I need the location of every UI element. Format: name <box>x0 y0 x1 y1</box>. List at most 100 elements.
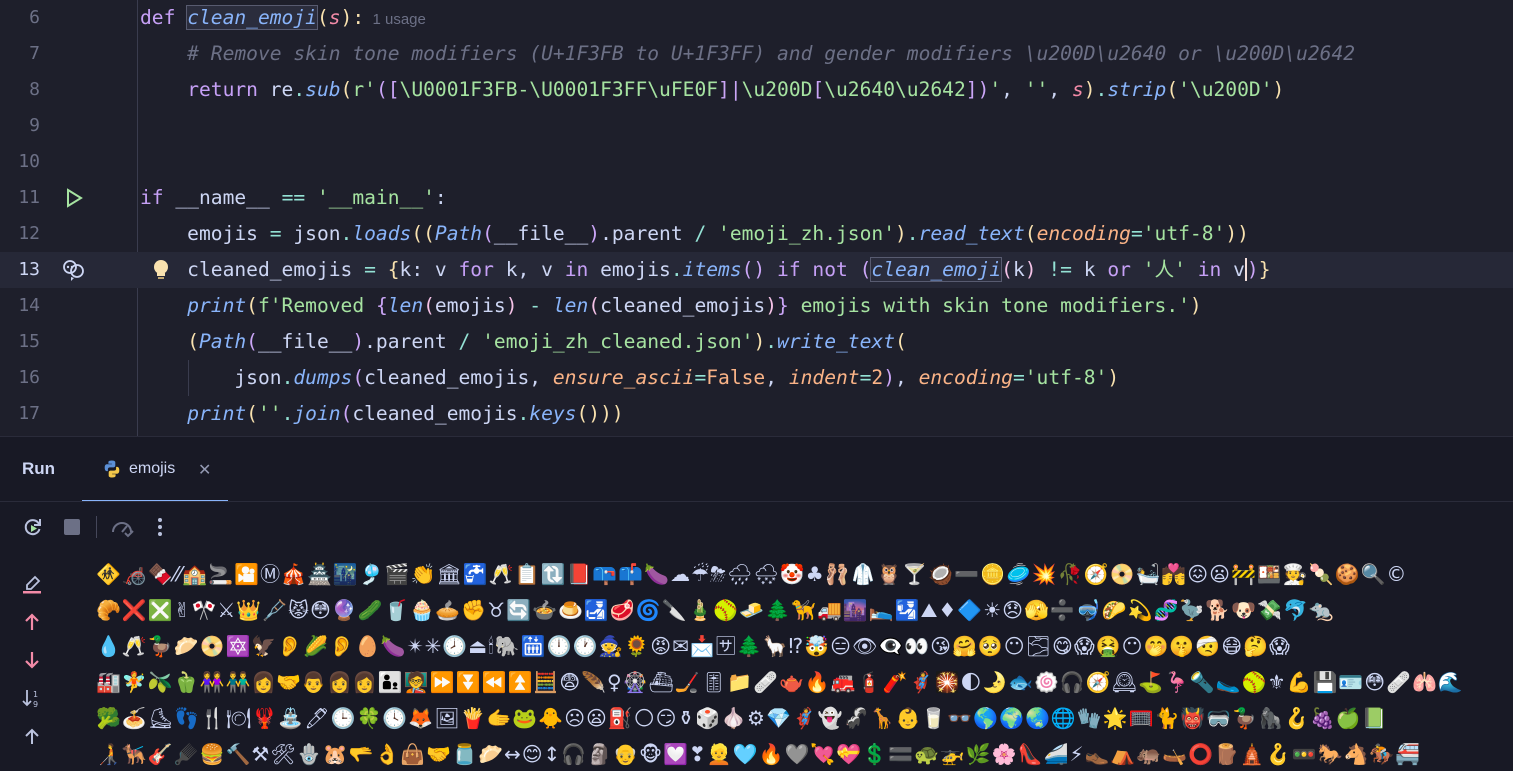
stop-icon[interactable] <box>60 515 84 539</box>
console-line[interactable]: 🏭🧚🫒🫑👭👬👩‍🤝‍👨👩‍👩👨‍👦🧑‍🏫⏩⏬⏪⏫🧮😨🪶♀🎡⛴🏒🎚📁🩹🫖🔥🚒🧯🧨🦸… <box>96 664 1464 700</box>
line-number[interactable]: 15 <box>0 324 40 360</box>
more-icon[interactable] <box>148 515 172 539</box>
code-line[interactable]: 7 # Remove skin tone modifiers (U+1F3FB … <box>0 36 1513 72</box>
code-token: 'utf-8' <box>1024 366 1108 389</box>
line-number[interactable]: 17 <box>0 396 40 432</box>
run-gutter-icon[interactable] <box>62 187 86 209</box>
close-tab-icon[interactable]: ✕ <box>198 460 211 479</box>
code-token: . <box>517 402 530 425</box>
line-number[interactable]: 13 <box>0 252 40 288</box>
rerun-icon[interactable] <box>21 515 45 539</box>
console-line[interactable]: 🚸🦽🍫⁄⁄🏫🚬🎦Ⓜ🎪🏯🌃🎐🎬👏🏛🚰🥂📋🔃📕📪📫🍆☁☔⛈🌧🌨🤡♣🩰🥼🦉🍸🥥➖🪙🥏💥… <box>96 556 1407 592</box>
code-token: ) <box>1083 78 1096 101</box>
code-token: ) <box>765 294 778 317</box>
code-token: = <box>1012 366 1025 389</box>
line-number[interactable]: 8 <box>0 72 40 108</box>
down-arrow-icon[interactable] <box>20 648 44 672</box>
code-token: len <box>552 294 589 317</box>
code-token: ( <box>246 402 258 425</box>
code-token: : <box>434 186 447 209</box>
scroll-top-icon[interactable] <box>20 724 44 748</box>
code-token: . <box>281 366 294 389</box>
code-token: __file__ <box>257 330 353 353</box>
ai-assistant-icon[interactable] <box>62 259 86 281</box>
profiler-icon[interactable] <box>110 515 134 539</box>
code-token: 'emoji_zh.json' <box>718 222 895 245</box>
code-token: . <box>281 402 294 425</box>
code-token: (( <box>411 222 435 245</box>
console-line[interactable]: 🥐❌❎✌🎌⚔👑🩼😾😳🔮🥒🥤🧁🥧✊♉🔄🍲🍮🛃🥩🌀🔪🎍🥎🧈🌲🦮🚚🌆🛌🛂⛰♦🔷☀😞🫣➗… <box>96 592 1335 628</box>
code-token: '' <box>1024 78 1049 101</box>
code-token: in <box>1197 258 1234 281</box>
code-line[interactable]: 13 cleaned_emojis = {k: v for k, v in em… <box>0 252 1513 288</box>
code-token: s <box>1071 78 1084 101</box>
line-number[interactable]: 7 <box>0 36 40 72</box>
up-arrow-icon[interactable] <box>20 610 44 634</box>
code-line[interactable]: 15 (Path(__file__).parent / 'emoji_zh_cl… <box>0 324 1513 360</box>
code-token: re <box>269 78 294 101</box>
code-text[interactable]: return re.sub(r'([\U0001F3FB-\U0001F3FF\… <box>140 72 1284 108</box>
code-token: loads <box>352 222 412 245</box>
line-number[interactable]: 16 <box>0 360 40 396</box>
code-token: , <box>1001 78 1025 101</box>
code-token: ) <box>352 330 365 353</box>
line-number[interactable]: 6 <box>0 0 40 36</box>
code-token: r' <box>352 78 376 101</box>
code-token: Path <box>434 222 483 245</box>
code-line[interactable]: 12 emojis = json.loads((Path(__file__).p… <box>0 216 1513 252</box>
code-token: f'Removed <box>257 294 376 317</box>
code-token: ]| <box>718 78 742 101</box>
code-text[interactable]: emojis = json.loads((Path(__file__).pare… <box>140 216 1249 252</box>
console-output[interactable]: 🚸🦽🍫⁄⁄🏫🚬🎦Ⓜ🎪🏯🌃🎐🎬👏🏛🚰🥂📋🔃📕📪📫🍆☁☔⛈🌧🌨🤡♣🩰🥼🦉🍸🥥➖🪙🥏💥… <box>96 552 1513 771</box>
code-token: json <box>140 366 282 389</box>
console-line[interactable]: 💧🥂🦆🥟📀🔯🦅👂🌽👂🥚🍆✴✳🕗⏏🕯🐘🛗🕛🕐🧙🌻😡✉📩🈂🌲🦙⁉🤯😑👁👁‍🗨👀😘🤗🥺… <box>96 628 1291 664</box>
code-token: ( <box>316 6 329 29</box>
code-token: 2 <box>871 366 884 389</box>
code-token: - <box>529 294 553 317</box>
code-token: [ <box>812 78 825 101</box>
code-text[interactable]: json.dumps(cleaned_emojis, ensure_ascii=… <box>140 360 1119 396</box>
code-token: items <box>682 258 742 281</box>
code-line[interactable]: 10 <box>0 144 1513 180</box>
code-line[interactable]: 8 return re.sub(r'([\U0001F3FB-\U0001F3F… <box>0 72 1513 108</box>
code-token: write_text <box>777 330 895 353</box>
run-tab-emojis[interactable]: emojis ✕ <box>82 437 228 502</box>
code-token: emojis with skin tone modifiers.' <box>788 294 1190 317</box>
code-text[interactable]: def clean_emoji(s): 1 usage <box>140 0 426 38</box>
line-number[interactable]: 10 <box>0 144 40 180</box>
line-number[interactable]: 12 <box>0 216 40 252</box>
line-number[interactable]: 9 <box>0 108 40 144</box>
code-line[interactable]: 11 if __name__ == '__main__': <box>0 180 1513 216</box>
code-token: cleaned_emojis, <box>364 366 553 389</box>
line-number[interactable]: 14 <box>0 288 40 324</box>
code-token: 'utf-8' <box>1142 222 1226 245</box>
code-token: ) <box>1189 294 1202 317</box>
code-token: ( <box>895 330 907 353</box>
code-line[interactable]: 16 json.dumps(cleaned_emojis, ensure_asc… <box>0 360 1513 396</box>
clear-icon[interactable] <box>20 572 44 596</box>
code-token: . <box>293 78 306 101</box>
code-text[interactable]: cleaned_emojis = {k: v for k, v in emoji… <box>140 252 1271 288</box>
console-line[interactable]: 🧑‍🦯🐕‍🦺🎸🪮🍔🔨⚒🛠🪬🐹🫳👌👜🤝🫙🥟↔😊↕🎧🗿👴🐵💟❣👱🩵🔥🩶💘💝💲🟰🐢🚁🌿… <box>96 736 1421 771</box>
code-text[interactable]: if __name__ == '__main__': <box>140 180 447 216</box>
code-line[interactable]: 9 <box>0 108 1513 144</box>
code-text[interactable]: print(f'Removed {len(emojis) - len(clean… <box>140 288 1202 324</box>
code-text[interactable]: # Remove skin tone modifiers (U+1F3FB to… <box>140 36 1355 72</box>
console-line[interactable]: 🥦🍝⛸👣🍴🍽🦞⛲🖊🕒🍀🕓🦊🖼🍟🫱🐸🐥☹😦⛽🌕😏⚱🎲🧄⚙💎🦸👻🦨🦒👶🥛👓🌎🌍🌏🌐🧤… <box>96 700 1388 736</box>
code-line[interactable]: 17 print(''.join(cleaned_emojis.keys())) <box>0 396 1513 432</box>
code-text[interactable]: (Path(__file__).parent / 'emoji_zh_clean… <box>140 324 907 360</box>
code-line[interactable]: 6 def clean_emoji(s): 1 usage <box>0 0 1513 36</box>
code-token: ( <box>246 330 258 353</box>
code-line[interactable]: 14 print(f'Removed {len(emojis) - len(cl… <box>0 288 1513 324</box>
line-number[interactable]: 11 <box>0 180 40 216</box>
code-token: dumps <box>293 366 353 389</box>
code-token: False <box>706 366 766 389</box>
python-icon <box>102 459 122 479</box>
code-text[interactable]: print(''.join(cleaned_emojis.keys())) <box>140 396 623 432</box>
sort-icon[interactable]: 19 <box>20 686 44 710</box>
code-editor[interactable]: 6 def clean_emoji(s): 1 usage 7 # Remove s… <box>0 0 1513 436</box>
code-token: sub <box>305 78 341 101</box>
